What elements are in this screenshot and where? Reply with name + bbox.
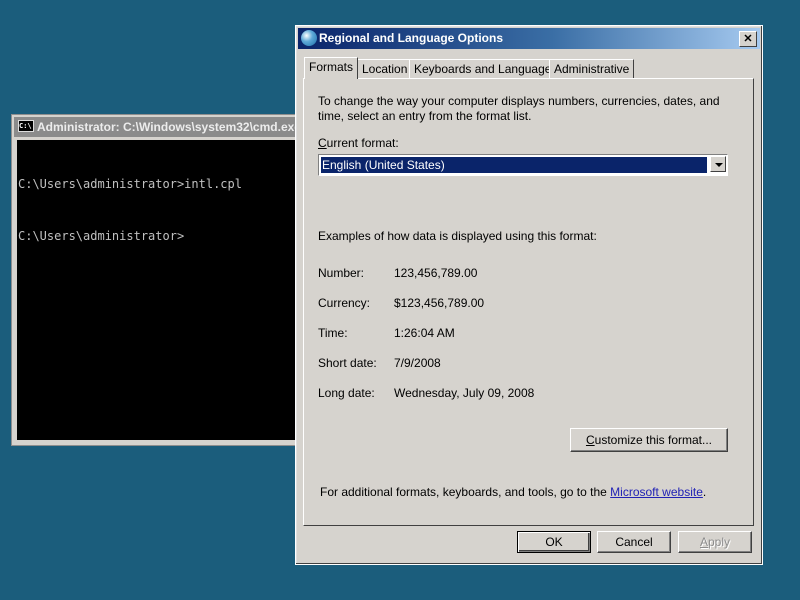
chevron-down-icon[interactable] bbox=[710, 156, 726, 172]
current-format-label: Current format: bbox=[318, 136, 399, 150]
example-label: Currency: bbox=[318, 296, 371, 310]
tab-administrative[interactable]: Administrative bbox=[549, 59, 635, 78]
intro-text: To change the way your computer displays… bbox=[318, 94, 720, 123]
example-value: Wednesday, July 09, 2008 bbox=[394, 386, 535, 400]
globe-icon bbox=[301, 30, 317, 46]
example-label: Short date: bbox=[318, 356, 377, 370]
customize-format-button[interactable]: Customize this format... bbox=[570, 428, 728, 452]
close-button[interactable]: ✕ bbox=[739, 31, 757, 47]
example-label: Number: bbox=[318, 266, 365, 280]
cmd-title-bar[interactable]: C:\ Administrator: C:\Windows\system32\cm… bbox=[14, 117, 312, 137]
microsoft-website-link[interactable]: Microsoft website bbox=[610, 485, 703, 499]
cmd-console[interactable]: C:\Users\administrator>intl.cpl C:\Users… bbox=[17, 140, 312, 440]
cmd-title-text: Administrator: C:\Windows\system32\cmd.e… bbox=[37, 120, 301, 134]
tab-keyboards-languages[interactable]: Keyboards and Languages bbox=[409, 59, 563, 78]
footer-text: For additional formats, keyboards, and t… bbox=[320, 485, 707, 499]
ok-button[interactable]: OK bbox=[517, 531, 591, 553]
examples-title: Examples of how data is displayed using … bbox=[318, 229, 597, 243]
dialog-title: Regional and Language Options bbox=[319, 31, 504, 45]
regional-options-dialog[interactable]: Regional and Language Options ✕ Formats … bbox=[295, 25, 763, 565]
example-label: Long date: bbox=[318, 386, 375, 400]
formats-panel: To change the way your computer displays… bbox=[303, 78, 754, 526]
example-value: $123,456,789.00 bbox=[394, 296, 485, 310]
apply-button[interactable]: Apply bbox=[678, 531, 752, 553]
current-format-value: English (United States) bbox=[321, 157, 707, 173]
cmd-icon: C:\ bbox=[18, 120, 34, 132]
tab-location[interactable]: Location bbox=[357, 59, 413, 78]
example-label: Time: bbox=[318, 326, 348, 340]
example-value: 7/9/2008 bbox=[394, 356, 441, 370]
tab-formats[interactable]: Formats bbox=[304, 57, 359, 79]
dialog-title-bar[interactable]: Regional and Language Options ✕ bbox=[298, 28, 760, 49]
current-format-select[interactable]: English (United States) bbox=[318, 154, 728, 176]
example-value: 123,456,789.00 bbox=[394, 266, 478, 280]
cmd-line: C:\Users\administrator> bbox=[18, 229, 185, 243]
cancel-button[interactable]: Cancel bbox=[597, 531, 671, 553]
cmd-line: C:\Users\administrator>intl.cpl bbox=[18, 177, 242, 191]
example-value: 1:26:04 AM bbox=[394, 326, 455, 340]
cmd-window[interactable]: C:\ Administrator: C:\Windows\system32\cm… bbox=[11, 114, 313, 446]
